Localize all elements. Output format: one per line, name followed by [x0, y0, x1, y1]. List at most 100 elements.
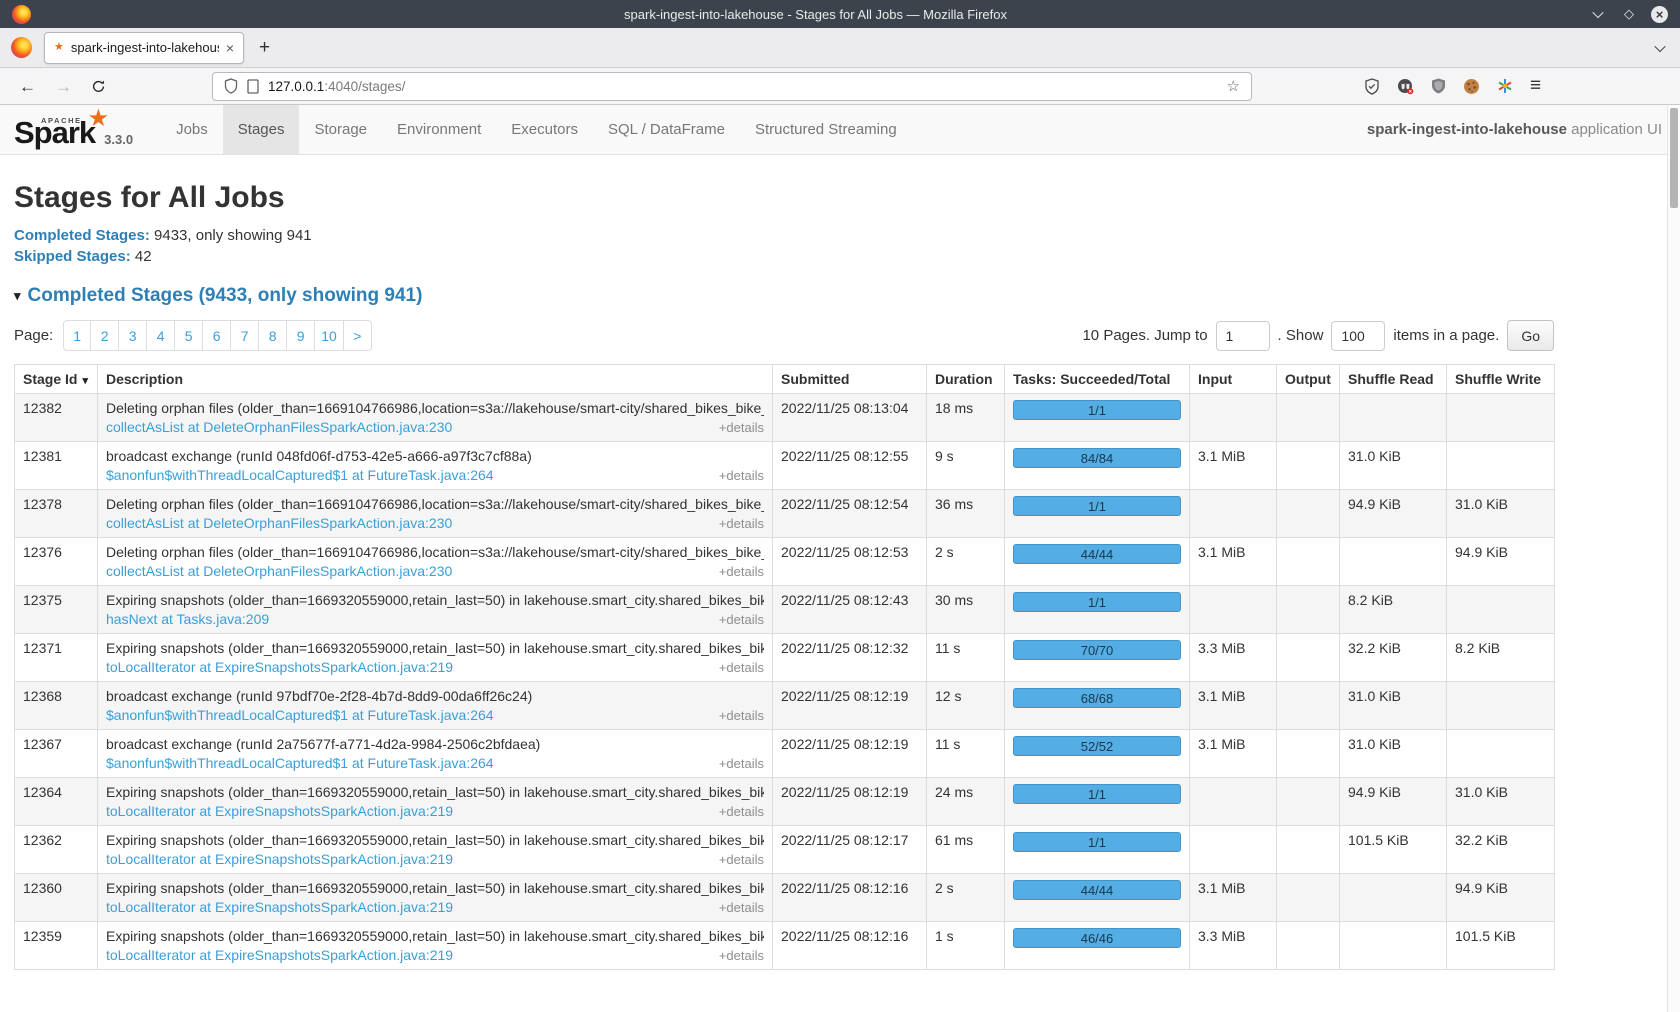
page-button-3[interactable]: 3	[119, 320, 147, 351]
page-button-6[interactable]: 6	[203, 320, 231, 351]
page-button-10[interactable]: 10	[315, 320, 344, 351]
input-cell: 3.3 MiB	[1190, 922, 1277, 970]
header-tasks[interactable]: Tasks: Succeeded/Total	[1005, 365, 1190, 394]
shuffle-write-cell	[1447, 394, 1555, 442]
stage-detail-link[interactable]: toLocalIterator at ExpireSnapshotsSparkA…	[106, 803, 453, 819]
header-submitted[interactable]: Submitted	[773, 365, 927, 394]
stage-detail-link[interactable]: $anonfun$withThreadLocalCaptured$1 at Fu…	[106, 707, 494, 723]
stage-detail-link[interactable]: $anonfun$withThreadLocalCaptured$1 at Fu…	[106, 755, 494, 771]
input-cell	[1190, 586, 1277, 634]
details-toggle[interactable]: +details	[719, 804, 764, 819]
page-button-8[interactable]: 8	[259, 320, 287, 351]
tasks-progress-bar: 84/84	[1013, 448, 1181, 468]
details-toggle[interactable]: +details	[719, 948, 764, 963]
page-info-icon[interactable]	[247, 79, 259, 94]
page-scrollbar[interactable]	[1667, 106, 1680, 1012]
nav-item-storage[interactable]: Storage	[299, 105, 382, 154]
stage-detail-link[interactable]: toLocalIterator at ExpireSnapshotsSparkA…	[106, 659, 453, 675]
stage-detail-link[interactable]: hasNext at Tasks.java:209	[106, 611, 269, 627]
minimize-button[interactable]	[1589, 5, 1607, 23]
shuffle-write-cell: 31.0 KiB	[1447, 490, 1555, 538]
close-button[interactable]: ×	[1651, 6, 1668, 23]
stage-description: broadcast exchange (runId 048fd06f-d753-…	[106, 448, 764, 464]
reload-button[interactable]	[91, 79, 106, 94]
items-per-page-input[interactable]	[1331, 321, 1385, 351]
details-toggle[interactable]: +details	[719, 420, 764, 435]
nav-item-stages[interactable]: Stages	[223, 105, 300, 154]
stage-detail-link[interactable]: toLocalIterator at ExpireSnapshotsSparkA…	[106, 947, 453, 963]
stage-id-cell: 12375	[15, 586, 98, 634]
stage-detail-link[interactable]: collectAsList at DeleteOrphanFilesSparkA…	[106, 419, 452, 435]
stage-detail-link[interactable]: toLocalIterator at ExpireSnapshotsSparkA…	[106, 899, 453, 915]
page-buttons: 1 2 3 4 5 6 7 8 9 10 >	[63, 320, 372, 351]
page-button-4[interactable]: 4	[147, 320, 175, 351]
header-shuffle-write[interactable]: Shuffle Write	[1447, 365, 1555, 394]
nav-item-executors[interactable]: Executors	[496, 105, 593, 154]
list-tabs-icon[interactable]	[1656, 39, 1664, 57]
shield-icon[interactable]	[224, 78, 238, 94]
stage-id-cell: 12367	[15, 730, 98, 778]
skipped-stages-link[interactable]: Skipped Stages:	[14, 248, 131, 265]
completed-stages-section-header[interactable]: ▾ Completed Stages (9433, only showing 9…	[14, 285, 1666, 307]
duration-cell: 1 s	[927, 922, 1005, 970]
input-cell	[1190, 826, 1277, 874]
browser-tab[interactable]: ★ spark-ingest-into-lakehous ×	[44, 32, 244, 64]
scrollbar-thumb[interactable]	[1670, 108, 1678, 208]
page-button-1[interactable]: 1	[63, 320, 91, 351]
page-button-next[interactable]: >	[344, 320, 372, 351]
spark-logo[interactable]: APACHE Spark ★ 3.3.0	[14, 105, 133, 154]
shuffle-write-cell	[1447, 442, 1555, 490]
stage-detail-link[interactable]: collectAsList at DeleteOrphanFilesSparkA…	[106, 515, 452, 531]
stage-detail-link[interactable]: toLocalIterator at ExpireSnapshotsSparkA…	[106, 851, 453, 867]
details-toggle[interactable]: +details	[719, 660, 764, 675]
page-button-5[interactable]: 5	[175, 320, 203, 351]
stage-id-cell: 12359	[15, 922, 98, 970]
menu-hamburger-icon[interactable]: ≡	[1530, 75, 1541, 97]
details-toggle[interactable]: +details	[719, 468, 764, 483]
stage-detail-link[interactable]: $anonfun$withThreadLocalCaptured$1 at Fu…	[106, 467, 494, 483]
details-toggle[interactable]: +details	[719, 708, 764, 723]
header-stage-id[interactable]: Stage Id▾	[15, 365, 98, 394]
nav-item-environment[interactable]: Environment	[382, 105, 496, 154]
back-button[interactable]: ←	[19, 78, 36, 95]
stage-description: Expiring snapshots (older_than=166932055…	[106, 928, 764, 944]
url-input[interactable]: 127.0.0.1:4040/stages/	[268, 79, 1218, 94]
description-cell: Deleting orphan files (older_than=166910…	[98, 394, 773, 442]
shuffle-write-cell: 94.9 KiB	[1447, 874, 1555, 922]
stage-description: broadcast exchange (runId 97bdf70e-2f28-…	[106, 688, 764, 704]
bookmark-star-icon[interactable]: ☆	[1227, 77, 1240, 95]
details-toggle[interactable]: +details	[719, 612, 764, 627]
header-input[interactable]: Input	[1190, 365, 1277, 394]
maximize-button[interactable]: ◇	[1620, 5, 1638, 23]
cookie-icon[interactable]	[1463, 78, 1480, 95]
stage-detail-link[interactable]: collectAsList at DeleteOrphanFilesSparkA…	[106, 563, 452, 579]
nav-item-sql-dataframe[interactable]: SQL / DataFrame	[593, 105, 740, 154]
header-shuffle-read[interactable]: Shuffle Read	[1340, 365, 1447, 394]
duration-cell: 18 ms	[927, 394, 1005, 442]
privacy-shield-check-icon[interactable]	[1364, 78, 1380, 95]
details-toggle[interactable]: +details	[719, 852, 764, 867]
extension-asterisk-icon[interactable]	[1497, 78, 1513, 94]
nav-item-jobs[interactable]: Jobs	[161, 105, 223, 154]
header-duration[interactable]: Duration	[927, 365, 1005, 394]
completed-stages-link[interactable]: Completed Stages:	[14, 227, 150, 244]
url-bar[interactable]: 127.0.0.1:4040/stages/ ☆	[212, 72, 1252, 101]
header-output[interactable]: Output	[1277, 365, 1340, 394]
details-toggle[interactable]: +details	[719, 756, 764, 771]
page-button-2[interactable]: 2	[91, 320, 119, 351]
header-description[interactable]: Description	[98, 365, 773, 394]
jump-to-page-input[interactable]	[1216, 321, 1270, 351]
details-toggle[interactable]: +details	[719, 564, 764, 579]
new-tab-button[interactable]: +	[259, 37, 270, 59]
tab-close-icon[interactable]: ×	[226, 40, 234, 56]
stage-id-cell: 12378	[15, 490, 98, 538]
details-toggle[interactable]: +details	[719, 516, 764, 531]
forward-button[interactable]: →	[55, 78, 72, 95]
page-button-9[interactable]: 9	[287, 320, 315, 351]
page-button-7[interactable]: 7	[231, 320, 259, 351]
go-button[interactable]: Go	[1507, 320, 1554, 351]
ublock-shield-icon[interactable]	[1431, 78, 1446, 94]
nav-item-structured-streaming[interactable]: Structured Streaming	[740, 105, 912, 154]
container-mask-icon[interactable]	[1397, 78, 1414, 95]
details-toggle[interactable]: +details	[719, 900, 764, 915]
